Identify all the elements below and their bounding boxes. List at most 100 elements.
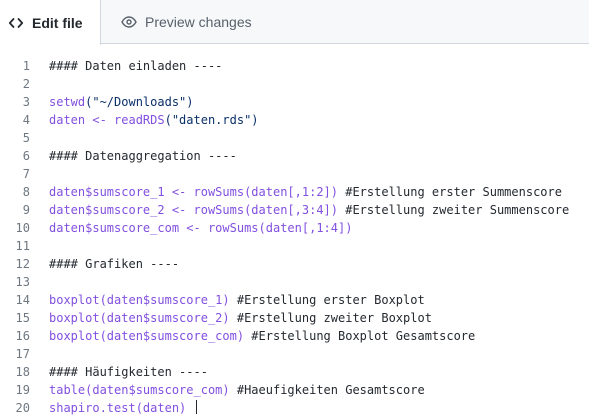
- code-token: boxplot: [49, 311, 100, 325]
- code-token: shapiro.test: [49, 401, 136, 415]
- code-text: daten$sumscore_2 <- rowSums(daten[,3:4])…: [30, 201, 569, 219]
- code-text: daten <- readRDS("daten.rds"): [30, 111, 259, 129]
- code-line[interactable]: 12 #### Grafiken ----: [0, 255, 589, 273]
- eye-icon: [121, 14, 137, 30]
- code-token: daten$sumscore_1 <-: [49, 185, 194, 199]
- code-token: setwd: [49, 95, 86, 109]
- code-line[interactable]: 3 setwd("~/Downloads"): [0, 93, 589, 111]
- line-number: 19: [15, 383, 30, 397]
- code-comment: #### Datenaggregation ----: [49, 149, 237, 163]
- code-token: (daten[,3:4]): [244, 203, 346, 217]
- line-number: 4: [22, 113, 30, 127]
- code-token: (daten[,1:4]): [258, 221, 353, 235]
- code-brackets-icon: [8, 15, 24, 31]
- line-number: 5: [22, 131, 30, 145]
- line-number: 16: [15, 329, 30, 343]
- code-token: rowSums: [207, 221, 259, 235]
- line-number: 10: [15, 221, 30, 235]
- line-number: 13: [15, 275, 30, 289]
- tab-edit-file[interactable]: Edit file: [0, 0, 101, 45]
- code-comment: #Erstellung erster Summenscore: [345, 185, 562, 199]
- line-number: 14: [15, 293, 30, 307]
- code-line[interactable]: 19 table(daten$sumscore_com) #Haeufigkeit…: [0, 381, 589, 399]
- code-comment: #Erstellung zweiter Boxplot: [236, 311, 432, 325]
- code-text: #### Datenaggregation ----: [30, 147, 237, 165]
- code-text: setwd("~/Downloads"): [30, 93, 194, 111]
- code-comment: #### Grafiken ----: [49, 257, 180, 271]
- code-line[interactable]: 4 daten <- readRDS("daten.rds"): [0, 111, 589, 129]
- line-number: 1: [22, 59, 30, 73]
- code-line[interactable]: 9 daten$sumscore_2 <- rowSums(daten[,3:4]…: [0, 201, 589, 219]
- tab-edit-file-label: Edit file: [32, 14, 83, 31]
- code-token: rowSums: [193, 185, 245, 199]
- tab-bar: Edit file Preview changes: [0, 0, 589, 45]
- line-number: 12: [15, 257, 30, 271]
- code-token: (daten$sumscore_2): [99, 311, 237, 325]
- line-number: 7: [22, 167, 30, 181]
- line-number: 17: [15, 347, 30, 361]
- code-editor[interactable]: 1 #### Daten einladen ---- 2 3 setwd("~/Down…: [0, 57, 589, 417]
- code-token: daten$sumscore_com <-: [49, 221, 208, 235]
- code-comment: #Erstellung erster Boxplot: [236, 293, 425, 307]
- code-token: ("~/Downloads"): [85, 95, 194, 109]
- code-line[interactable]: 17: [0, 345, 589, 363]
- code-token: table: [49, 383, 86, 397]
- line-number: 20: [15, 401, 30, 415]
- code-text: daten$sumscore_1 <- rowSums(daten[,1:2])…: [30, 183, 562, 201]
- code-line[interactable]: 11: [0, 237, 589, 255]
- code-token: daten <-: [49, 113, 115, 127]
- code-token: boxplot: [49, 329, 100, 343]
- line-number: 18: [15, 365, 30, 379]
- tab-preview-changes[interactable]: Preview changes: [101, 0, 252, 44]
- line-number: 3: [22, 95, 30, 109]
- line-number: 15: [15, 311, 30, 325]
- code-comment: #### Daten einladen ----: [49, 59, 223, 73]
- line-number: 2: [22, 77, 30, 91]
- line-number: 6: [22, 149, 30, 163]
- code-line[interactable]: 8 daten$sumscore_1 <- rowSums(daten[,1:2]…: [0, 183, 589, 201]
- code-line[interactable]: 6 #### Datenaggregation ----: [0, 147, 589, 165]
- code-comment: #Haeufigkeiten Gesamtscore: [236, 383, 425, 397]
- code-line[interactable]: 18 #### Häufigkeiten ----: [0, 363, 589, 381]
- code-line[interactable]: 20 shapiro.test(daten): [0, 399, 589, 417]
- line-number: 8: [22, 185, 30, 199]
- code-comment: #### Häufigkeiten ----: [49, 365, 208, 379]
- code-line[interactable]: 15 boxplot(daten$sumscore_2) #Erstellung …: [0, 309, 589, 327]
- code-line[interactable]: 10 daten$sumscore_com <- rowSums(daten[,1…: [0, 219, 589, 237]
- code-text: shapiro.test(daten): [30, 399, 197, 417]
- code-line[interactable]: 7: [0, 165, 589, 183]
- code-token: (daten): [135, 401, 194, 415]
- code-token: daten$sumscore_2 <-: [49, 203, 194, 217]
- code-text: daten$sumscore_com <- rowSums(daten[,1:4…: [30, 219, 352, 237]
- code-text: boxplot(daten$sumscore_2) #Erstellung zw…: [30, 309, 432, 327]
- tab-preview-changes-label: Preview changes: [145, 14, 252, 30]
- code-comment: #Erstellung Boxplot Gesamtscore: [251, 329, 476, 343]
- code-line[interactable]: 16 boxplot(daten$sumscore_com) #Erstellun…: [0, 327, 589, 345]
- line-number: 11: [15, 239, 30, 253]
- code-line[interactable]: 14 boxplot(daten$sumscore_1) #Erstellung …: [0, 291, 589, 309]
- code-comment: #Erstellung zweiter Summenscore: [345, 203, 570, 217]
- code-token: (daten$sumscore_1): [99, 293, 237, 307]
- code-token: rowSums: [193, 203, 245, 217]
- code-text: #### Häufigkeiten ----: [30, 363, 208, 381]
- code-text: #### Daten einladen ----: [30, 57, 222, 75]
- code-text: table(daten$sumscore_com) #Haeufigkeiten…: [30, 381, 425, 399]
- code-token: (daten$sumscore_com): [99, 329, 252, 343]
- code-token: ("daten.rds"): [164, 113, 259, 127]
- code-token: (daten[,1:2]): [244, 185, 346, 199]
- code-text: #### Grafiken ----: [30, 255, 179, 273]
- code-token: (daten$sumscore_com): [85, 383, 237, 397]
- code-line[interactable]: 5: [0, 129, 589, 147]
- code-text: boxplot(daten$sumscore_com) #Erstellung …: [30, 327, 475, 345]
- code-line[interactable]: 1 #### Daten einladen ----: [0, 57, 589, 75]
- code-text: boxplot(daten$sumscore_1) #Erstellung er…: [30, 291, 425, 309]
- code-line[interactable]: 13: [0, 273, 589, 291]
- code-line[interactable]: 2: [0, 75, 589, 93]
- line-number: 9: [22, 203, 30, 217]
